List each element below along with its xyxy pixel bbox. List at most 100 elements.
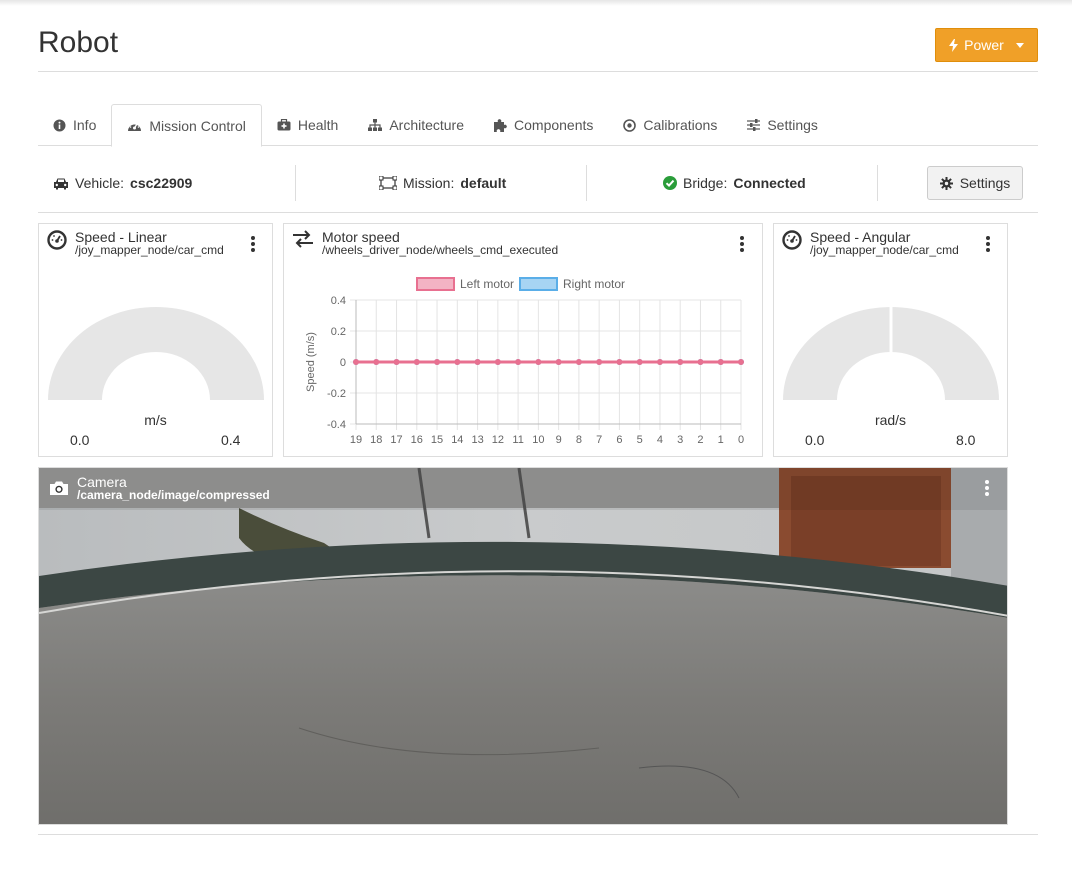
panel-header: Camera /camera_node/image/compressed (49, 475, 270, 502)
camera-icon (50, 481, 68, 495)
x-tick-label: 13 (471, 434, 483, 446)
y-tick-label: -0.2 (327, 388, 346, 400)
tab-bar: Info Mission Control Health Architecture… (38, 104, 1038, 147)
tab-label: Health (297, 117, 339, 133)
x-tick-label: 0 (738, 434, 744, 446)
settings-button[interactable]: Settings (927, 166, 1023, 200)
y-tick-label: 0 (340, 357, 346, 369)
data-point (474, 359, 481, 365)
vehicle-label: Vehicle: (75, 175, 125, 191)
tab-architecture[interactable]: Architecture (353, 104, 479, 146)
tab-settings[interactable]: Settings (732, 104, 833, 146)
legend-swatch (519, 277, 558, 291)
y-tick-label: -0.4 (327, 419, 346, 431)
panel-topic: /joy_mapper_node/car_cmd (810, 243, 959, 257)
sliders-icon (747, 119, 761, 131)
bridge-label: Bridge: (683, 175, 728, 191)
panel-title: Camera (77, 474, 127, 490)
x-tick-label: 14 (451, 434, 463, 446)
x-tick-label: 18 (370, 434, 382, 446)
dot-circle-icon (623, 118, 637, 132)
x-tick-label: 15 (431, 434, 443, 446)
legend-swatch (416, 277, 455, 291)
header-divider (38, 71, 1038, 72)
y-tick-label: 0.2 (331, 326, 346, 338)
panel-topic: /camera_node/image/compressed (77, 488, 270, 502)
info-bar: Vehicle: csc22909 Mission: default Bridg… (38, 155, 1038, 213)
x-tick-label: 6 (616, 434, 622, 446)
mission-value: default (460, 175, 507, 191)
data-point (697, 359, 704, 365)
data-point (555, 359, 562, 365)
tab-components[interactable]: Components (479, 104, 608, 146)
panel-header: Motor speed /wheels_driver_node/wheels_c… (292, 230, 558, 257)
x-tick-label: 8 (576, 434, 582, 446)
x-tick-label: 17 (390, 434, 402, 446)
gauge-min: 0.0 (805, 432, 825, 448)
panel-menu-icon[interactable] (250, 236, 256, 252)
x-tick-label: 2 (697, 434, 703, 446)
legend-label: Left motor (460, 277, 514, 291)
speed-linear-panel: Speed - Linear /joy_mapper_node/car_cmd … (38, 223, 273, 457)
panel-header: Speed - Linear /joy_mapper_node/car_cmd (47, 230, 224, 257)
panel-title: Motor speed (322, 229, 400, 245)
x-tick-label: 7 (596, 434, 602, 446)
y-tick-label: 0.4 (331, 295, 346, 307)
panel-header: Speed - Angular /joy_mapper_node/car_cmd (782, 230, 959, 257)
tab-calibrations[interactable]: Calibrations (608, 104, 732, 146)
tab-label: Settings (767, 117, 818, 133)
panel-menu-icon[interactable] (984, 480, 990, 496)
panel-title: Speed - Angular (810, 229, 911, 245)
data-point (636, 359, 643, 365)
sitemap-icon (368, 119, 383, 131)
data-point (515, 359, 522, 365)
data-point (616, 359, 623, 365)
info-circle-icon (53, 119, 66, 131)
x-tick-label: 4 (657, 434, 663, 446)
vehicle-info: Vehicle: csc22909 (53, 155, 192, 211)
map-icon (379, 176, 397, 190)
exchange-icon (293, 230, 313, 248)
panel-title: Speed - Linear (75, 229, 167, 245)
mission-info: Mission: default (379, 155, 506, 211)
x-tick-label: 11 (512, 434, 523, 446)
data-point (677, 359, 684, 365)
data-point (373, 359, 380, 365)
data-point (494, 359, 501, 365)
data-point (535, 359, 542, 365)
x-tick-label: 16 (411, 434, 423, 446)
gauge-unit: m/s (144, 412, 167, 428)
y-axis-label: Speed (m/s) (305, 332, 317, 392)
x-tick-label: 3 (677, 434, 683, 446)
tab-label: Calibrations (643, 117, 718, 133)
panel-menu-icon[interactable] (985, 236, 991, 252)
tab-info[interactable]: Info (38, 104, 111, 146)
power-button[interactable]: Power (935, 28, 1038, 62)
medkit-icon (277, 119, 291, 131)
x-tick-label: 1 (718, 434, 724, 446)
info-divider (586, 165, 587, 201)
settings-button-label: Settings (959, 175, 1011, 191)
gauge-unit: rad/s (874, 412, 907, 428)
data-point (454, 359, 461, 365)
gauge-max: 8.0 (956, 432, 976, 448)
legend-label: Right motor (563, 277, 625, 291)
bridge-info: Bridge: Connected (663, 155, 806, 211)
car-icon (54, 178, 68, 189)
tab-mission-control[interactable]: Mission Control (111, 104, 262, 147)
x-tick-label: 10 (532, 434, 544, 446)
tab-label: Components (514, 117, 594, 133)
speed-linear-gauge (48, 307, 264, 400)
check-circle-icon (663, 176, 677, 190)
x-tick-label: 9 (556, 434, 562, 446)
data-point (596, 359, 603, 365)
tab-label: Info (73, 117, 97, 133)
panel-topic: /wheels_driver_node/wheels_cmd_executed (322, 243, 559, 257)
tab-health[interactable]: Health (262, 104, 353, 146)
data-point (353, 359, 359, 365)
mission-label: Mission: (403, 175, 455, 191)
dashboard-icon (128, 122, 142, 131)
panel-topic: /joy_mapper_node/car_cmd (75, 243, 224, 257)
top-shadow (0, 0, 1072, 6)
panel-menu-icon[interactable] (739, 236, 745, 252)
